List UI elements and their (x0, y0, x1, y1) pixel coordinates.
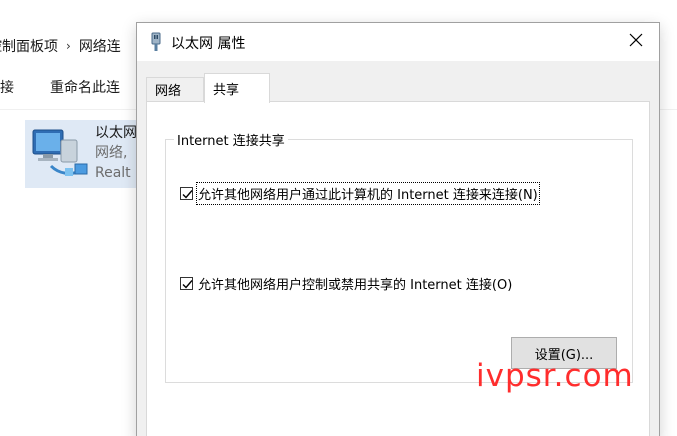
tab-sharing[interactable]: 共享 (204, 73, 270, 103)
breadcrumb-network-connections[interactable]: 网络连 (79, 36, 121, 56)
allow-control-checkbox[interactable] (180, 277, 193, 290)
dialog-titlebar[interactable]: 以太网 属性 (137, 23, 659, 61)
ics-group-title: Internet 连接共享 (174, 130, 288, 149)
allow-control-label[interactable]: 允许其他网络用户控制或禁用共享的 Internet 连接(O) (198, 274, 512, 293)
network-plug-icon (149, 32, 163, 52)
breadcrumb-control-panel[interactable]: 控制面板项 (0, 36, 58, 56)
dialog-title: 以太网 属性 (171, 36, 246, 52)
rename-connection-button[interactable]: 重命名此连 (50, 77, 120, 97)
allow-control-option[interactable]: 允许其他网络用户控制或禁用共享的 Internet 连接(O) (180, 274, 512, 293)
chevron-right-icon: › (66, 39, 71, 53)
allow-connect-option[interactable]: 允许其他网络用户通过此计算机的 Internet 连接来连接(N) (180, 182, 540, 205)
tab-network[interactable]: 网络 (146, 77, 204, 101)
close-icon (629, 33, 643, 51)
ics-groupbox: Internet 连接共享 允许其他网络用户通过此计算机的 Internet 连… (165, 130, 633, 383)
close-button[interactable] (613, 23, 659, 61)
network-adapter-icon (31, 124, 91, 182)
adapter-device: Realt (95, 165, 131, 181)
connect-button[interactable]: 连接 (0, 77, 14, 97)
adapter-status: 网络, (95, 145, 128, 161)
network-adapter-item[interactable]: 以太网 网络, Realt (25, 120, 145, 188)
allow-connect-label[interactable]: 允许其他网络用户通过此计算机的 Internet 连接来连接(N) (196, 182, 540, 205)
watermark-text: ivpsr.com (476, 358, 634, 394)
adapter-name: 以太网 (95, 125, 137, 141)
allow-connect-checkbox[interactable] (180, 187, 193, 200)
